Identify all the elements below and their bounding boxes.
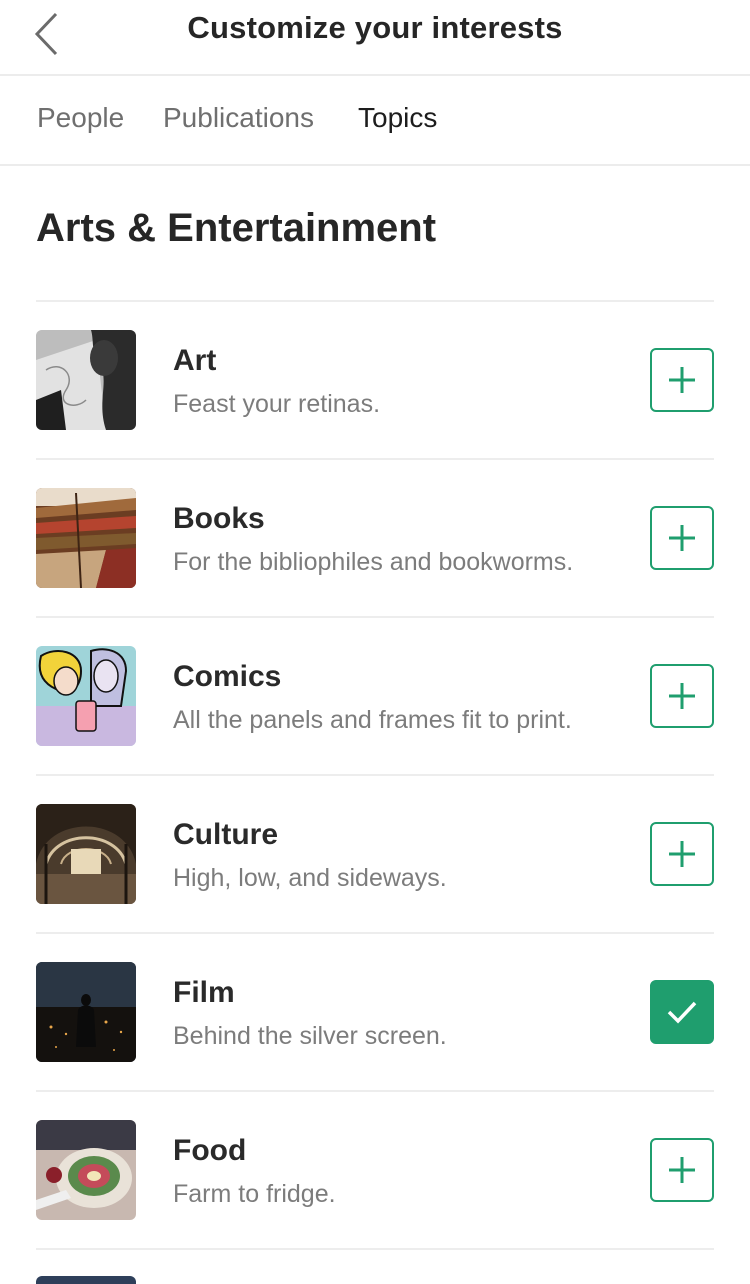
plus-icon bbox=[669, 525, 695, 551]
topic-thumbnail-culture bbox=[36, 804, 136, 904]
topic-thumbnail-art bbox=[36, 330, 136, 430]
follow-button[interactable] bbox=[650, 664, 714, 728]
section-heading: Arts & Entertainment bbox=[36, 206, 437, 250]
topic-row-comics[interactable]: Comics All the panels and frames fit to … bbox=[36, 618, 714, 776]
tab-publications[interactable]: Publications bbox=[163, 102, 314, 134]
top-bar: Customize your interests bbox=[0, 0, 750, 76]
topic-description: All the panels and frames fit to print. bbox=[173, 706, 572, 734]
plus-icon bbox=[669, 841, 695, 867]
tab-topics[interactable]: Topics bbox=[358, 102, 437, 134]
plus-icon bbox=[669, 683, 695, 709]
topic-description: For the bibliophiles and bookworms. bbox=[173, 548, 574, 576]
plus-icon bbox=[669, 1157, 695, 1183]
topic-title: Art bbox=[173, 344, 217, 377]
topic-description: Farm to fridge. bbox=[173, 1180, 336, 1208]
topic-title: Food bbox=[173, 1134, 247, 1167]
topic-description: Behind the silver screen. bbox=[173, 1022, 447, 1050]
topic-thumbnail-food bbox=[36, 1120, 136, 1220]
topic-thumbnail-next bbox=[36, 1276, 136, 1284]
topic-thumbnail-comics bbox=[36, 646, 136, 746]
topic-description: Feast your retinas. bbox=[173, 390, 381, 418]
topic-list: Art Feast your retinas. Books For the bi bbox=[36, 300, 714, 1250]
topic-thumbnail-books bbox=[36, 488, 136, 588]
topic-row-art[interactable]: Art Feast your retinas. bbox=[36, 302, 714, 460]
topic-title: Culture bbox=[173, 818, 278, 851]
page-title: Customize your interests bbox=[187, 10, 563, 45]
topic-title: Comics bbox=[173, 660, 282, 693]
follow-button-checked[interactable] bbox=[650, 980, 714, 1044]
topic-row-culture[interactable]: Culture High, low, and sideways. bbox=[36, 776, 714, 934]
topic-row-film[interactable]: Film Behind the silver screen. bbox=[36, 934, 714, 1092]
follow-button[interactable] bbox=[650, 506, 714, 570]
topic-title: Film bbox=[173, 976, 235, 1009]
topic-description: High, low, and sideways. bbox=[173, 864, 447, 892]
topic-row-food[interactable]: Food Farm to fridge. bbox=[36, 1092, 714, 1250]
plus-icon bbox=[669, 367, 695, 393]
tab-bar: People Publications Topics bbox=[0, 76, 750, 166]
topic-thumbnail-film bbox=[36, 962, 136, 1062]
follow-button[interactable] bbox=[650, 822, 714, 886]
checkmark-icon bbox=[667, 1001, 697, 1024]
topic-title: Books bbox=[173, 502, 265, 535]
follow-button[interactable] bbox=[650, 1138, 714, 1202]
topic-row-books[interactable]: Books For the bibliophiles and bookworms… bbox=[36, 460, 714, 618]
follow-button[interactable] bbox=[650, 348, 714, 412]
tab-people[interactable]: People bbox=[37, 102, 124, 134]
